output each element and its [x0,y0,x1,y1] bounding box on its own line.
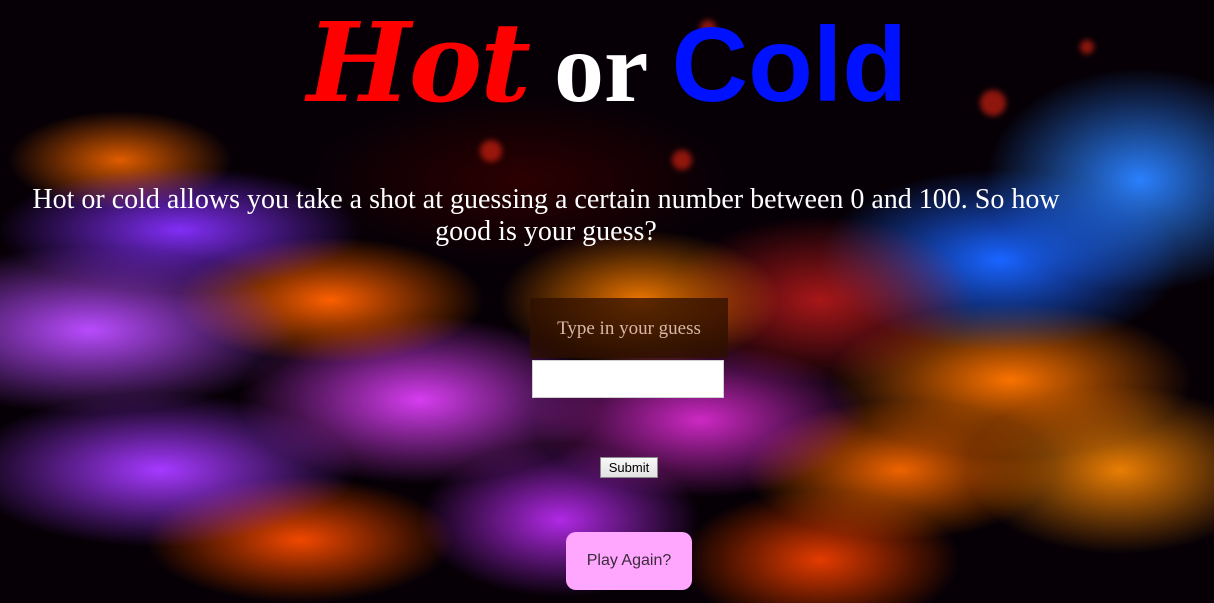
page-title: Hot or Cold [0,8,1214,119]
guess-label: Type in your guess [530,298,728,358]
title-or-text: or [554,12,647,123]
title-or: or [529,12,672,123]
game-page: Hot or Cold Hot or cold allows you take … [0,0,1214,603]
title-hot: Hot [306,0,531,127]
game-description: Hot or cold allows you take a shot at gu… [32,184,1060,247]
title-cold: Cold [671,6,908,124]
ember-glow [480,140,502,162]
ember-glow [672,150,692,170]
guess-input[interactable] [532,360,724,398]
play-again-button[interactable]: Play Again? [566,532,692,590]
submit-button[interactable]: Submit [600,457,658,478]
